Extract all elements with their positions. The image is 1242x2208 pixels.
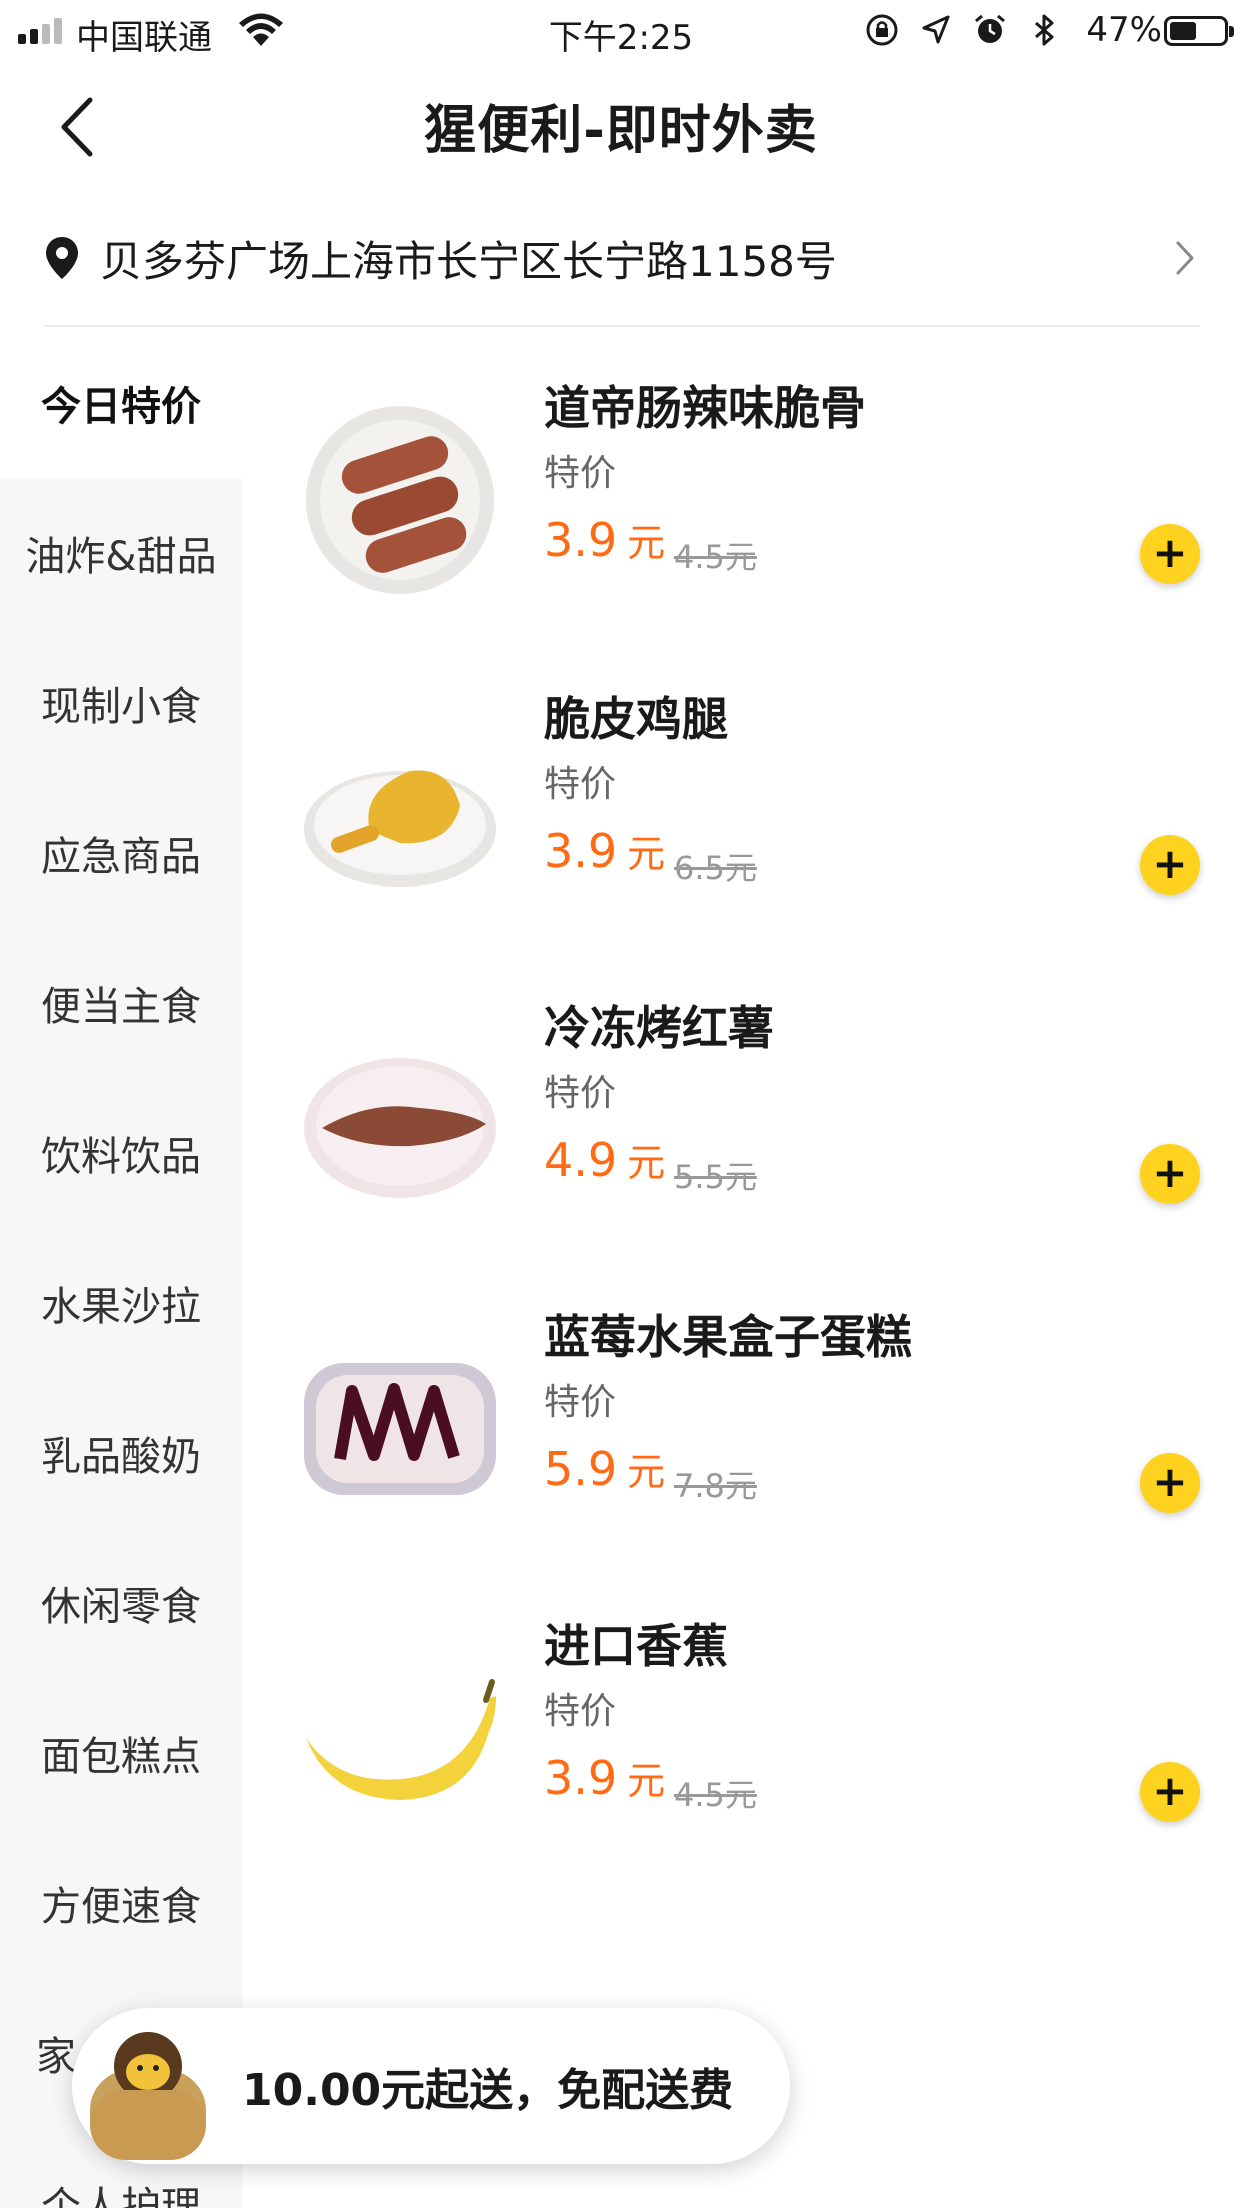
sidebar-item-leisure-snacks[interactable]: 休闲零食 [0,1528,242,1678]
chevron-right-icon [1176,241,1194,275]
bluetooth-icon [1035,14,1054,46]
sidebar-item-instant-food[interactable]: 方便速食 [0,1828,242,1978]
banana-image [306,1679,496,1800]
product-price: 3.9 元 [544,824,666,878]
sidebar-item-bread-pastry[interactable]: 面包糕点 [0,1678,242,1828]
alarm-icon [975,14,1005,43]
sausage-image [306,406,494,594]
sidebar-item-today-deals[interactable]: 今日特价 [0,328,242,478]
plus-icon: + [1152,527,1188,577]
divider [44,325,1200,327]
battery-icon [1164,16,1234,46]
sidebar-item-fruit-salad[interactable]: 水果沙拉 [0,1228,242,1378]
sweet-potato-image [304,1058,496,1198]
add-to-cart-button[interactable]: + [1140,1453,1200,1513]
plus-icon: + [1152,1765,1188,1815]
product-tag: 特价 [544,1382,617,1423]
add-to-cart-button[interactable]: + [1140,524,1200,584]
add-to-cart-button[interactable]: + [1140,1144,1200,1204]
sidebar-item-emergency-goods[interactable]: 应急商品 [0,778,242,928]
plus-icon: + [1152,838,1188,888]
product-original-price: 6.5元 [674,849,757,887]
add-to-cart-button[interactable]: + [1140,1762,1200,1822]
rotation-lock-icon [866,14,898,46]
product-card[interactable]: 冷冻烤红薯 特价 4.9 元 5.5元 + [300,992,1220,1252]
add-to-cart-button[interactable]: + [1140,835,1200,895]
product-original-price: 7.8元 [674,1467,757,1505]
product-price: 5.9 元 [544,1442,666,1496]
product-card[interactable]: 进口香蕉 特价 3.9 元 4.5元 + [300,1610,1220,1870]
monkey-mascot-icon [90,2032,206,2160]
product-original-price: 5.5元 [674,1158,757,1196]
plus-icon: + [1152,1147,1188,1197]
location-pin-icon [46,237,78,279]
product-tag: 特价 [544,1073,617,1114]
sidebar-item-bento-meals[interactable]: 便当主食 [0,928,242,1078]
product-tag: 特价 [544,1691,617,1732]
product-card[interactable]: 蓝莓水果盒子蛋糕 特价 5.9 元 7.8元 + [300,1301,1220,1561]
product-name: 道帝肠辣味脆骨 [544,381,866,435]
product-original-price: 4.5元 [674,538,757,576]
sidebar-item-fried-desserts[interactable]: 油炸&甜品 [0,478,242,628]
product-tag: 特价 [544,453,617,494]
product-original-price: 4.5元 [674,1776,757,1814]
product-name: 冷冻烤红薯 [544,1001,774,1055]
plus-icon: + [1152,1456,1188,1506]
product-price: 3.9 元 [544,513,666,567]
product-card[interactable]: 脆皮鸡腿 特价 3.9 元 6.5元 + [300,683,1220,943]
blueberry-cake-image [304,1363,496,1495]
product-name: 进口香蕉 [544,1619,728,1673]
product-price: 4.9 元 [544,1133,666,1187]
delivery-address-row[interactable]: 贝多芬广场上海市长宁区长宁路1158号 [44,210,1200,306]
product-name: 蓝莓水果盒子蛋糕 [544,1310,912,1364]
status-bar: 中国联通 下午2:25 47% [0,0,1242,62]
chicken-leg-image [304,770,496,887]
minimum-order-message: 10.00元起送，免配送费 [242,2065,734,2116]
product-name: 脆皮鸡腿 [544,692,728,746]
cart-bar[interactable]: 10.00元起送，免配送费 [72,2008,790,2164]
location-arrow-icon [922,15,950,44]
product-tag: 特价 [544,764,617,805]
category-sidebar: 今日特价 油炸&甜品 现制小食 应急商品 便当主食 饮料饮品 水果沙拉 乳品酸奶… [0,328,242,2208]
page-title: 猩便利-即时外卖 [424,101,818,161]
product-price: 3.9 元 [544,1751,666,1805]
product-card[interactable]: 道帝肠辣味脆骨 特价 3.9 元 4.5元 + [300,372,1220,632]
navigation-bar: 猩便利-即时外卖 [0,62,1242,192]
sidebar-item-drinks[interactable]: 饮料饮品 [0,1078,242,1228]
delivery-address: 贝多芬广场上海市长宁区长宁路1158号 [100,236,837,286]
sidebar-item-fresh-snacks[interactable]: 现制小食 [0,628,242,778]
sidebar-item-dairy-yogurt[interactable]: 乳品酸奶 [0,1378,242,1528]
battery-percentage: 47% [1086,10,1162,50]
